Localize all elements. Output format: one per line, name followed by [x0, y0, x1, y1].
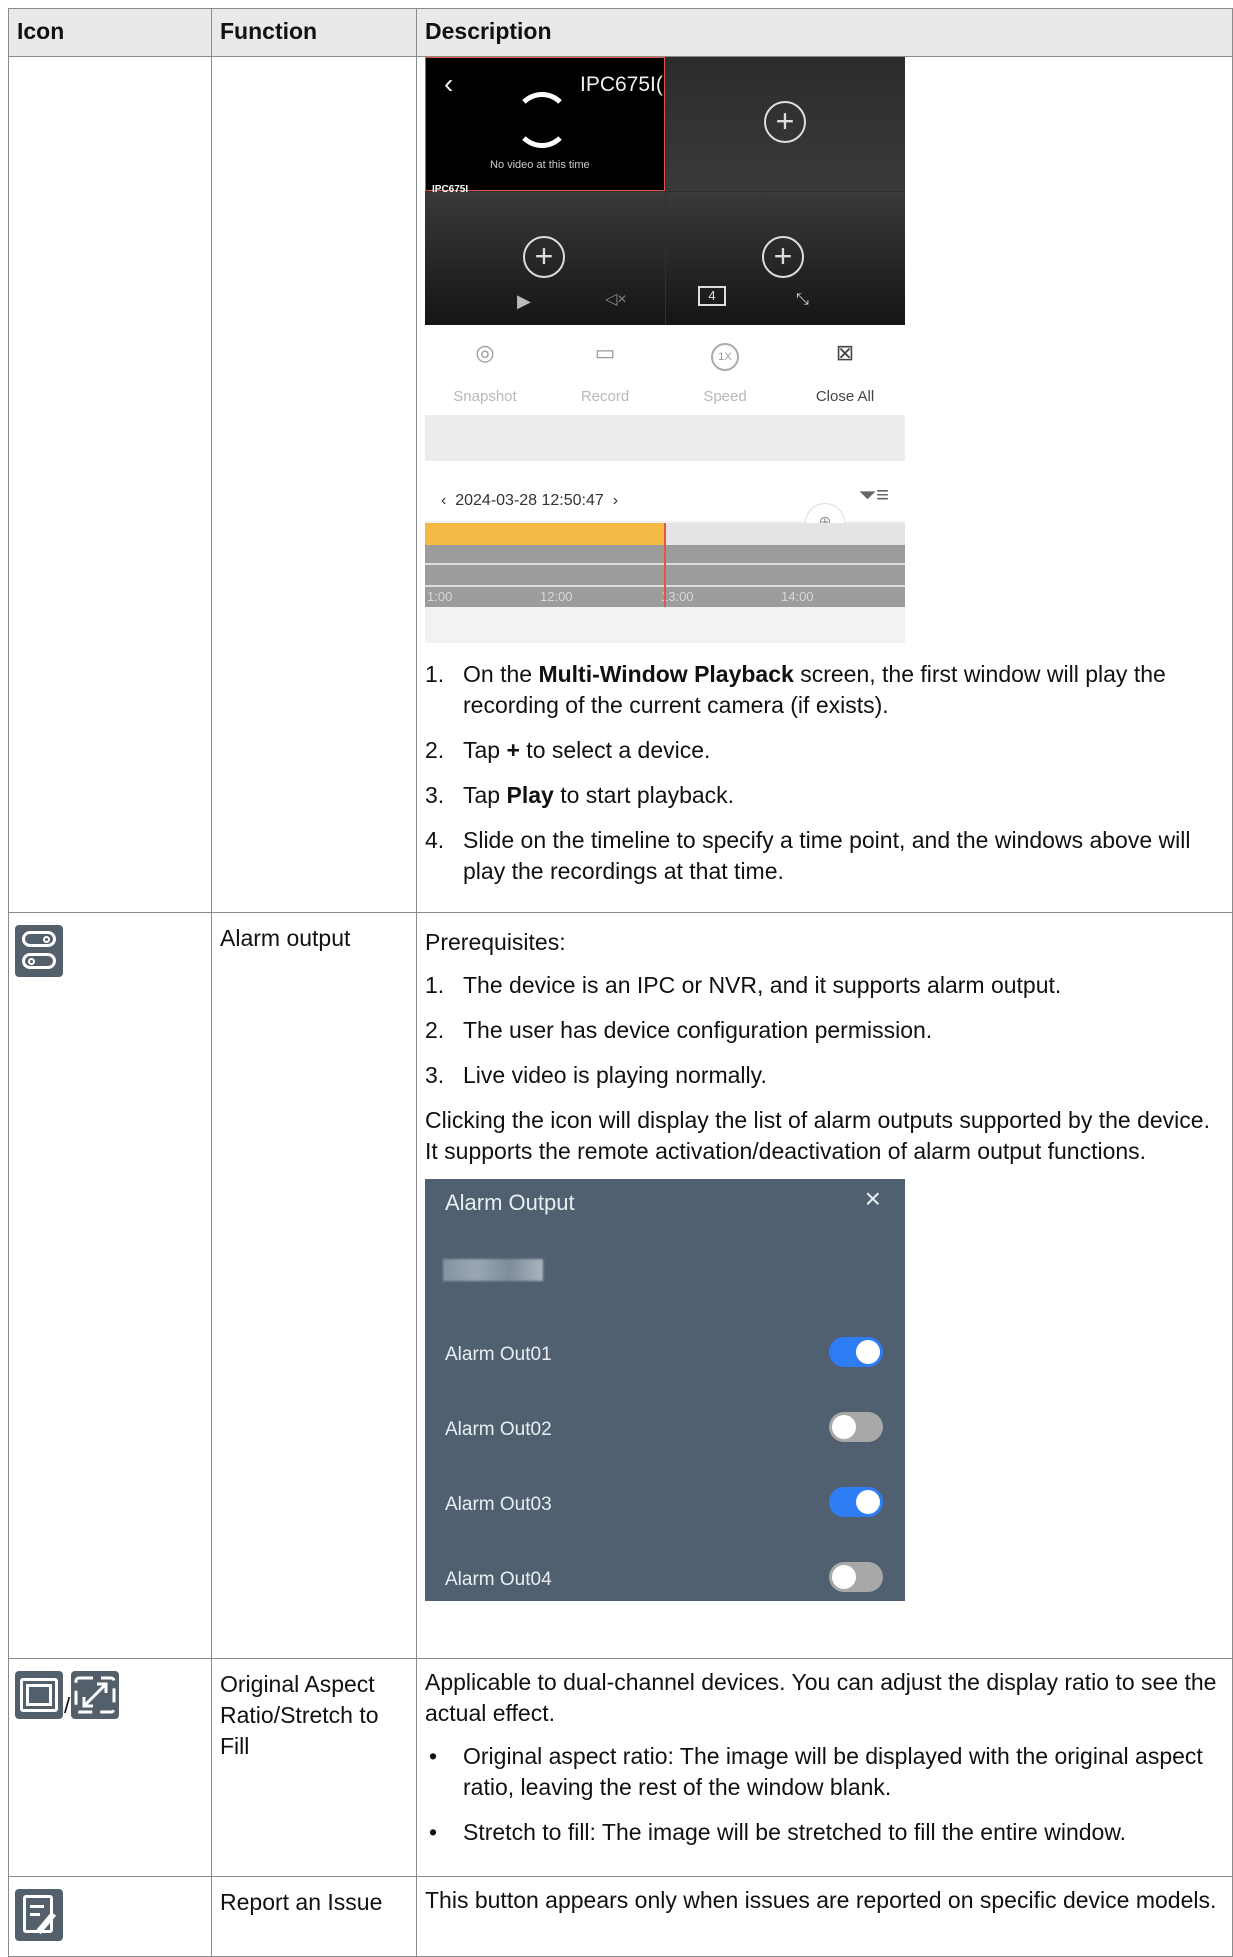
table-row-alarm-output: Alarm output Prerequisites: 1. The device…	[8, 912, 1233, 1659]
function-name: Original Aspect Ratio/Stretch to Fill	[220, 1671, 379, 1759]
cell-description-aspect: Applicable to dual-channel devices. You …	[416, 1658, 1233, 1877]
cell-description-playback: ‹ No video at this time IPC675I IPC675I(…	[416, 56, 1233, 913]
alarm-output-row: Alarm Out04	[425, 1558, 905, 1598]
step-item: 4. Slide on the timeline to specify a tim…	[425, 827, 1191, 884]
report-description: This button appears only when issues are…	[425, 1887, 1217, 1913]
cell-function-empty	[211, 56, 417, 913]
video-grid: ‹ No video at this time IPC675I IPC675I(…	[425, 57, 905, 325]
close-all-icon: ⊠	[835, 340, 855, 365]
fullscreen-icon[interactable]: ⤡	[796, 284, 809, 315]
bullet-item: • Stretch to fill: The image will be stre…	[429, 1819, 1127, 1845]
alarm-output-label: Alarm Out01	[445, 1344, 552, 1365]
device-name-blurred	[443, 1259, 543, 1281]
aspect-description: Applicable to dual-channel devices. You …	[425, 1669, 1217, 1726]
alarm-output-label: Alarm Out04	[445, 1569, 552, 1590]
alarm-output-row: Alarm Out01	[425, 1333, 905, 1373]
timeline-cursor[interactable]	[664, 523, 666, 607]
aspect-bullets: • Original aspect ratio: The image will b…	[425, 1741, 1224, 1848]
alarm-output-panel: Alarm Output × Alarm Out01 Alarm Out02 A…	[425, 1179, 905, 1601]
timeline-recording[interactable]	[425, 523, 665, 545]
function-name: Alarm output	[220, 925, 351, 951]
report-issue-icon	[15, 1889, 63, 1941]
alarm-toggle[interactable]	[829, 1487, 883, 1517]
table-row-aspect-ratio: / Original Aspect Ratio/Stretch to Fill …	[8, 1658, 1233, 1877]
add-device-icon[interactable]: +	[523, 236, 565, 278]
panel-title: Alarm Output	[445, 1190, 575, 1215]
function-table: Icon Function Description ‹ No video at …	[8, 8, 1233, 1957]
playback-steps: 1. On the Multi-Window Playback screen, t…	[425, 659, 1224, 887]
record-button[interactable]: ▭ Record	[545, 325, 665, 412]
video-window-4[interactable]: + 4 ⤡	[666, 192, 905, 325]
video-window-2[interactable]: +	[666, 57, 905, 191]
alarm-toggle[interactable]	[829, 1412, 883, 1442]
function-name: Report an Issue	[220, 1889, 383, 1915]
prerequisites-label: Prerequisites:	[425, 929, 566, 955]
alarm-output-row: Alarm Out03	[425, 1483, 905, 1523]
close-all-button[interactable]: ⊠ Close All	[785, 325, 905, 412]
alarm-toggle[interactable]	[829, 1337, 883, 1367]
camera-icon: ◎	[475, 340, 495, 365]
cell-function-aspect: Original Aspect Ratio/Stretch to Fill	[211, 1658, 417, 1877]
alarm-output-icon	[15, 925, 63, 977]
cell-icon-empty	[8, 56, 212, 913]
alarm-output-label: Alarm Out03	[445, 1494, 552, 1515]
mute-icon[interactable]: ◁×	[605, 284, 627, 315]
prereq-item: 2. The user has device configuration perm…	[425, 1017, 933, 1043]
prerequisite-list: 1. The device is an IPC or NVR, and it su…	[425, 970, 1224, 1091]
timeline-label: 14:00	[781, 589, 814, 604]
spacer-band	[425, 415, 905, 461]
alarm-output-label: Alarm Out02	[445, 1419, 552, 1440]
snapshot-button[interactable]: ◎ Snapshot	[425, 325, 545, 412]
header-description: Description	[416, 8, 1233, 57]
timeline-label: 1:00	[427, 589, 453, 604]
speed-button[interactable]: 1X Speed	[665, 325, 785, 412]
close-icon[interactable]: ×	[865, 1183, 881, 1214]
date-nav[interactable]: ‹ 2024-03-28 12:50:47 ›	[441, 485, 618, 516]
playback-screenshot: ‹ No video at this time IPC675I IPC675I(…	[425, 57, 905, 643]
cell-icon-alarm	[8, 912, 212, 1659]
step-item: 2. Tap + to select a device.	[425, 737, 711, 763]
stretch-to-fill-icon	[71, 1671, 120, 1719]
playback-toolbar: ◎ Snapshot ▭ Record 1X Speed ⊠ Close All	[425, 325, 905, 415]
refresh-icon[interactable]	[514, 92, 570, 148]
cell-function-alarm: Alarm output	[211, 912, 417, 1659]
header-icon: Icon	[8, 8, 212, 57]
step-item: 1. On the Multi-Window Playback screen, t…	[425, 661, 1166, 718]
add-device-icon[interactable]: +	[764, 101, 806, 143]
alarm-description: Clicking the icon will display the list …	[425, 1107, 1210, 1164]
bullet-item: • Original aspect ratio: The image will b…	[429, 1743, 1203, 1800]
step-item: 3. Tap Play to start playback.	[425, 782, 735, 808]
cell-description-alarm: Prerequisites: 1. The device is an IPC or…	[416, 912, 1233, 1659]
video-window-3[interactable]: + ▶ ◁×	[425, 192, 665, 325]
cell-icon-aspect: /	[8, 1658, 212, 1877]
icon-separator: /	[64, 1693, 71, 1718]
no-video-text: No video at this time	[490, 159, 590, 171]
original-aspect-ratio-icon	[15, 1671, 63, 1719]
snapshot-label: Snapshot	[453, 388, 517, 405]
alarm-output-row: Alarm Out02	[425, 1408, 905, 1448]
play-icon[interactable]: ▶	[517, 286, 531, 317]
record-label: Record	[580, 388, 630, 405]
window-count-badge[interactable]: 4	[698, 286, 726, 306]
header-function: Function	[211, 8, 417, 57]
timeline-label: 12:00	[540, 589, 573, 604]
back-icon[interactable]: ‹	[444, 68, 453, 99]
prereq-item: 3. Live video is playing normally.	[425, 1062, 767, 1088]
filter-icon[interactable]: ⏷≡	[859, 479, 889, 510]
table-row-playback: ‹ No video at this time IPC675I IPC675I(…	[8, 56, 1233, 913]
speed-icon: 1X	[665, 337, 785, 371]
date-time-value: 2024-03-28 12:50:47	[455, 492, 604, 509]
table-header-row: Icon Function Description	[8, 8, 1233, 57]
speed-label: Speed	[703, 388, 747, 405]
timeline-empty[interactable]	[665, 523, 905, 545]
prereq-item: 1. The device is an IPC or NVR, and it su…	[425, 972, 1062, 998]
alarm-toggle[interactable]	[829, 1562, 883, 1592]
record-icon: ▭	[594, 340, 616, 365]
add-device-icon[interactable]: +	[762, 236, 804, 278]
close-all-label: Close All	[815, 388, 875, 405]
